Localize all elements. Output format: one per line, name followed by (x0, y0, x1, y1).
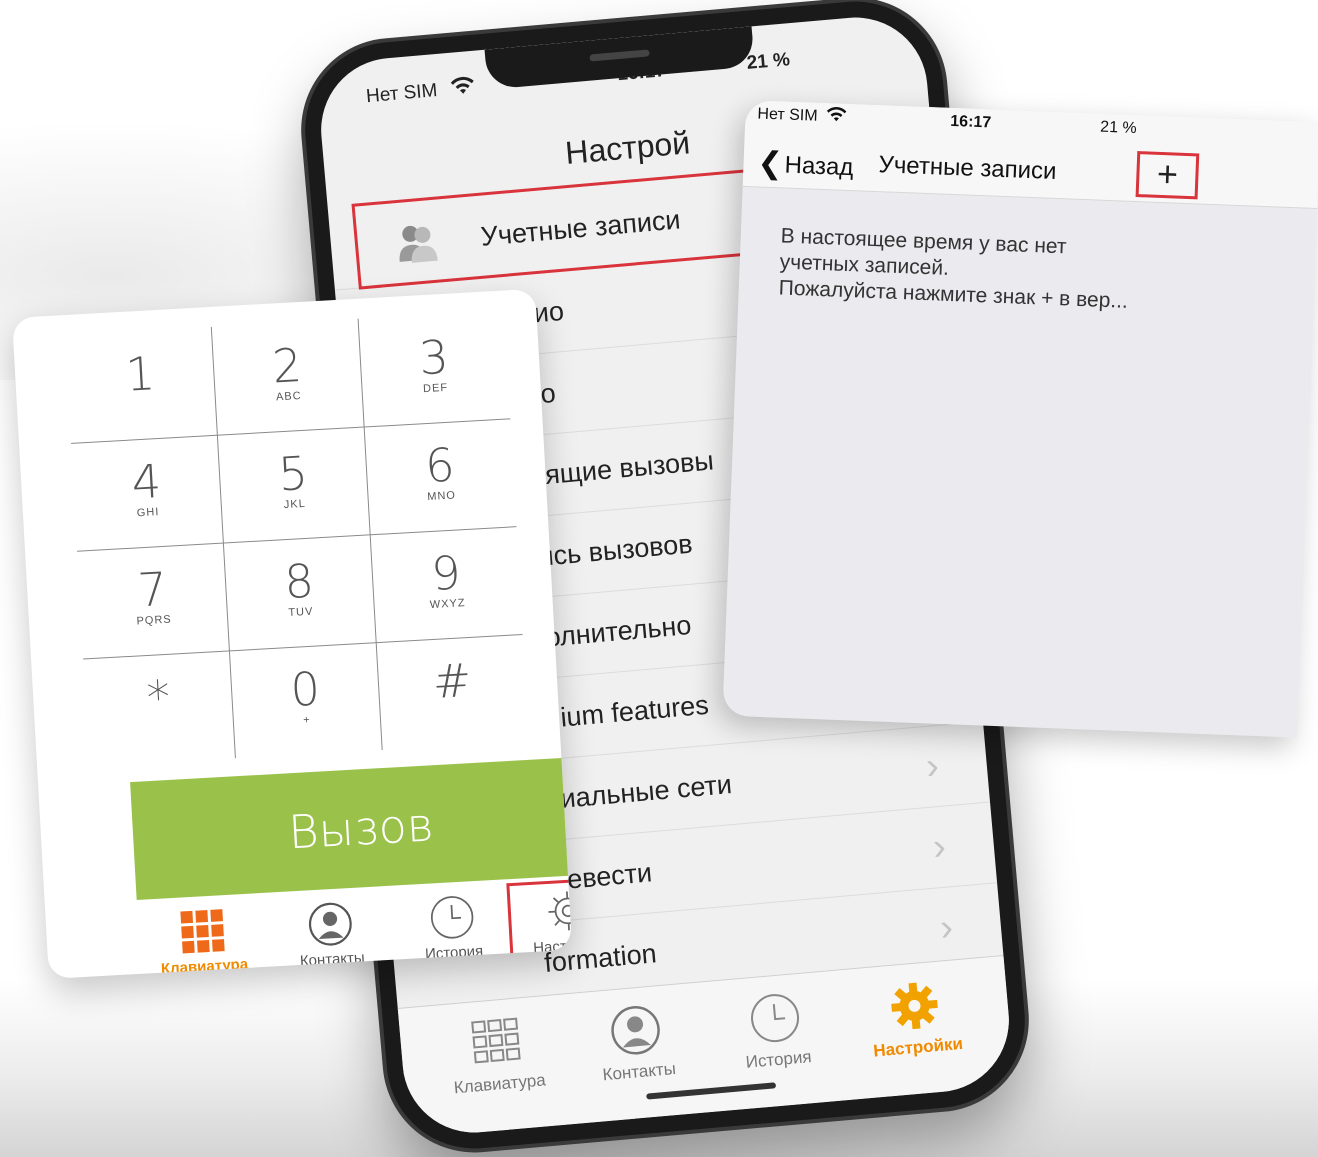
key-6[interactable]: 6 MNO (365, 418, 517, 534)
tab-contacts[interactable]: Контакты (559, 998, 715, 1089)
accounts-screen: Нет SIM 16:17 21 % ❮Назад Учетные записи… (722, 100, 1318, 738)
battery-label: 21 % (1099, 118, 1137, 138)
back-label: Назад (784, 151, 854, 182)
key-digit: 8 (283, 553, 316, 610)
page-title: Учетные записи (878, 151, 1057, 185)
gear-icon (886, 978, 942, 1034)
add-account-button[interactable]: + (1135, 151, 1200, 200)
key-digit: 5 (276, 445, 310, 502)
key-digit: # (431, 652, 473, 710)
tab-label: Контакты (601, 1058, 677, 1085)
battery-label: 21 % (745, 49, 791, 74)
clock-icon (747, 990, 803, 1046)
keypad-icon (468, 1014, 524, 1070)
dialpad: 1 2 ABC 3 DEF 4 GHI 5 JKL 6 MNO 7 PQRS 8 TUV 9W… (65, 311, 528, 767)
key-star[interactable]: * (83, 650, 235, 766)
speaker-grille (589, 49, 650, 62)
tab-label: Клавиатура (453, 1070, 547, 1098)
key-digit: 3 (417, 329, 450, 386)
carrier-label: Нет SIM (757, 105, 818, 125)
key-1[interactable]: 1 (65, 327, 217, 443)
back-button[interactable]: ❮Назад (757, 145, 854, 184)
key-0[interactable]: 0 + (230, 642, 382, 758)
chevron-right-icon: › (924, 744, 941, 788)
tab-label: Клавиатура (160, 955, 249, 978)
tab-keypad[interactable]: Клавиатура (143, 905, 263, 978)
key-5[interactable]: 5 JKL (218, 427, 370, 543)
users-icon (393, 219, 441, 267)
contact-icon (306, 900, 354, 948)
key-8[interactable]: 8 TUV (224, 534, 376, 650)
chevron-right-icon: › (938, 905, 955, 949)
key-digit: 0 (289, 661, 322, 717)
key-digit: 7 (136, 561, 169, 618)
wifi-icon (825, 105, 848, 129)
key-digit: * (145, 669, 172, 726)
key-digit: 6 (423, 437, 457, 494)
contact-icon (607, 1002, 663, 1058)
tab-settings[interactable]: Настройки (509, 885, 573, 958)
chevron-right-icon: › (931, 825, 948, 869)
key-7[interactable]: 7 PQRS (77, 543, 229, 659)
tab-keypad[interactable]: Клавиатура (419, 1010, 575, 1101)
key-digit: 9 (429, 545, 463, 601)
tab-label: Контакты (299, 949, 366, 970)
clock-icon (428, 893, 476, 941)
key-2[interactable]: 2 ABC (212, 319, 364, 435)
home-indicator (646, 1082, 777, 1100)
call-button[interactable]: Вызов (130, 756, 573, 900)
chevron-left-icon: ❮ (756, 146, 784, 181)
tab-label: История (744, 1047, 813, 1072)
keypad-icon (178, 907, 226, 955)
empty-state-message: В настоящее время у вас нет учетных запи… (778, 223, 1301, 321)
tab-history[interactable]: История (393, 891, 513, 964)
key-digit: 1 (124, 346, 157, 402)
tab-label: Настройки (872, 1033, 964, 1061)
key-hash[interactable]: # (377, 634, 529, 750)
tab-history[interactable]: История (698, 986, 854, 1077)
key-4[interactable]: 4 GHI (71, 435, 223, 551)
key-digit: 4 (130, 453, 163, 510)
tab-contacts[interactable]: Контакты (271, 898, 391, 971)
status-time: 16:17 (950, 112, 992, 132)
carrier-label: Нет SIM (365, 80, 439, 108)
gear-icon (544, 887, 573, 935)
keypad-screen: 1 2 ABC 3 DEF 4 GHI 5 JKL 6 MNO 7 PQRS 8 TUV 9W… (12, 288, 573, 979)
wifi-icon (449, 75, 477, 103)
tab-settings[interactable]: Настройки (838, 973, 994, 1064)
key-9[interactable]: 9 WXYZ (371, 526, 523, 642)
key-3[interactable]: 3 DEF (359, 311, 511, 427)
key-digit: 2 (270, 337, 304, 394)
